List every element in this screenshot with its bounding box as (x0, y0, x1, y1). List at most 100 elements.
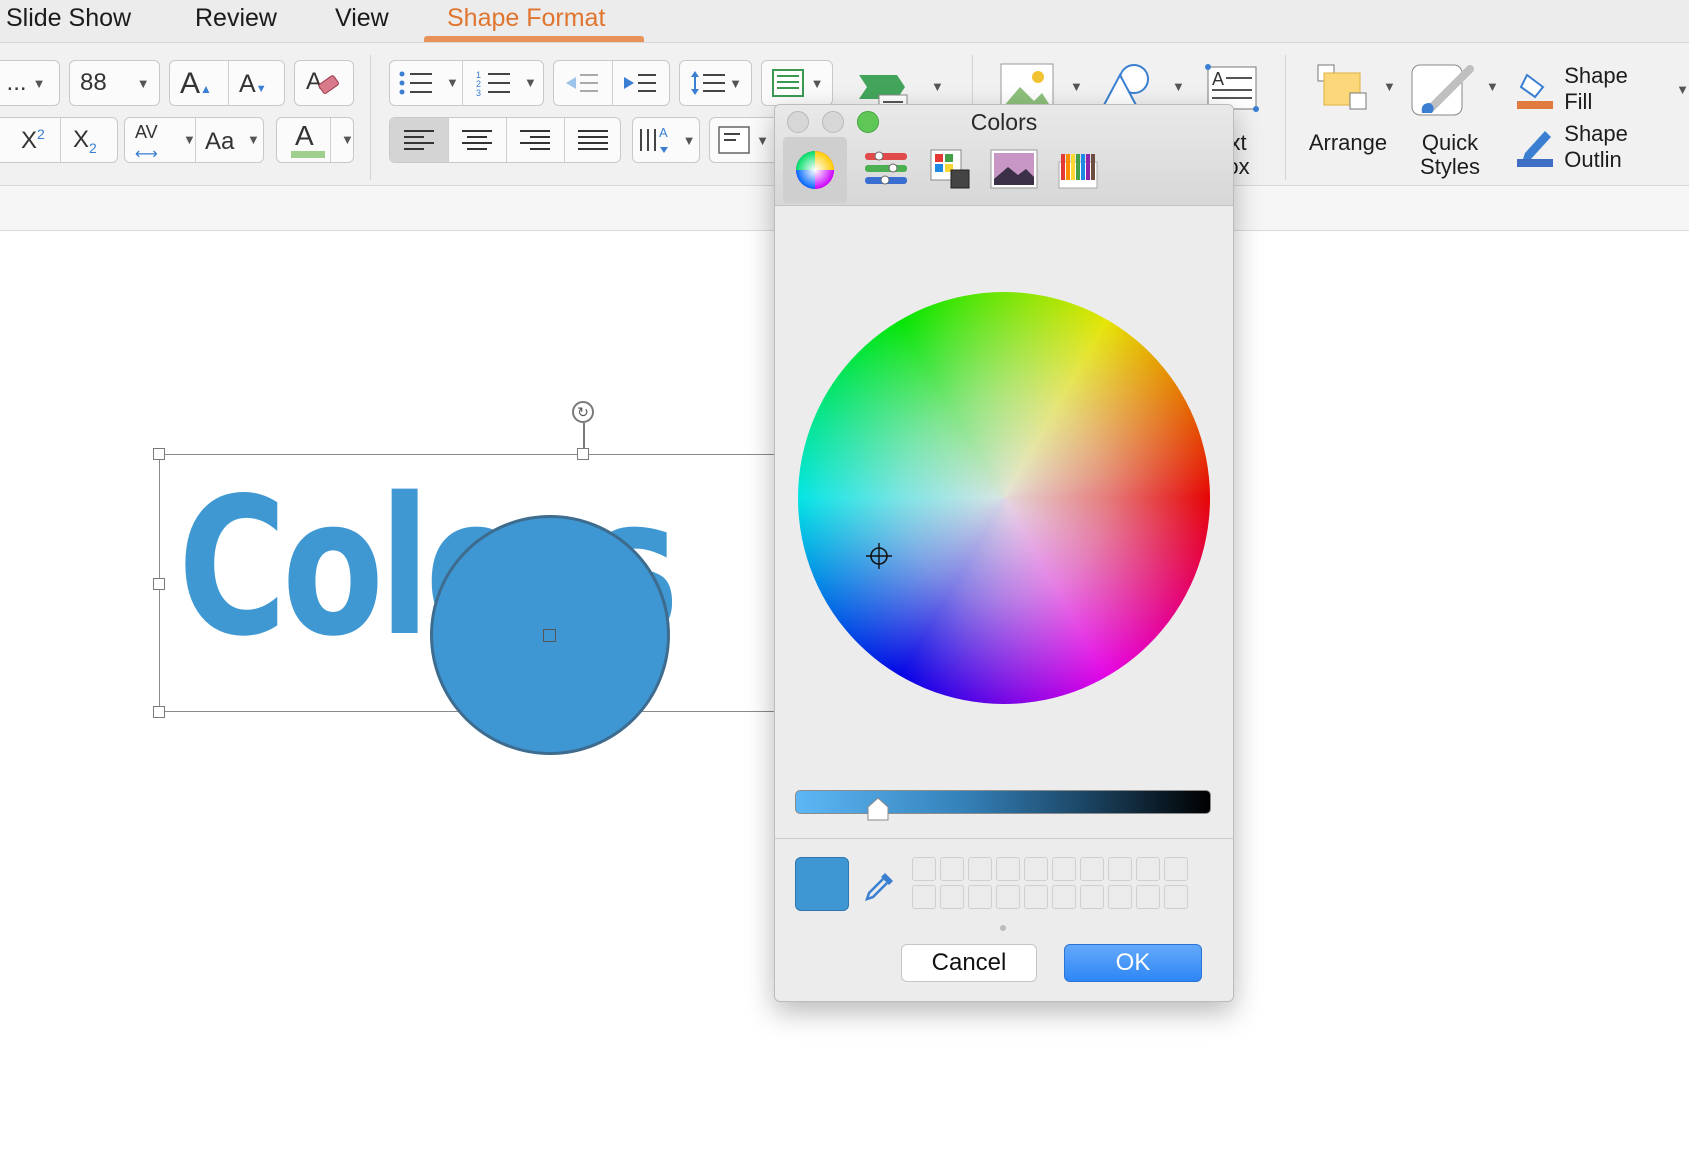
svg-text:A: A (659, 125, 668, 140)
resize-handle-top[interactable] (577, 448, 589, 460)
cancel-button[interactable]: Cancel (901, 944, 1037, 982)
ok-button[interactable]: OK (1064, 944, 1202, 982)
paint-bucket-icon (1517, 73, 1553, 109)
align-center-icon[interactable] (462, 130, 492, 150)
swatch-well[interactable] (1164, 885, 1188, 909)
swatch-well[interactable] (996, 857, 1020, 881)
columns-button[interactable]: ▼ (761, 60, 833, 106)
colors-panel: Colors Cancel OK (774, 104, 1234, 1002)
chevron-down-icon: ▼ (756, 132, 769, 148)
chevron-down-icon: ▼ (729, 75, 742, 91)
list-group: ▼ 123 ▼ (389, 60, 544, 106)
text-direction-button[interactable]: A ▼ (632, 117, 700, 163)
arrange-button[interactable]: Arrange (1300, 131, 1396, 155)
arrows-icon: ⟷ (135, 146, 158, 163)
chevron-down-icon: ▼ (32, 75, 46, 91)
current-color-swatch[interactable] (795, 857, 849, 911)
shape-outline-button[interactable]: Shape Outlin (1517, 121, 1689, 173)
mode-color-wheel[interactable] (783, 137, 847, 203)
swatch-well[interactable] (1052, 857, 1076, 881)
chevron-down-icon: ▼ (247, 132, 260, 147)
mode-color-sliders[interactable] (860, 139, 912, 199)
brightness-slider-knob[interactable] (867, 797, 889, 821)
superscript-button[interactable]: X2 (21, 126, 45, 155)
font-grow-shrink-group: A▲ A▼ (169, 60, 285, 106)
swatch-well[interactable] (1080, 857, 1104, 881)
swatch-well[interactable] (1080, 885, 1104, 909)
tab-slide-show[interactable]: Slide Show (6, 4, 131, 33)
font-name-dropdown[interactable]: ... ▼ (0, 60, 60, 106)
text-direction-icon: A (639, 125, 668, 153)
tab-view[interactable]: View (335, 4, 389, 33)
color-wheel-brightness-overlay (798, 292, 1210, 704)
subscript-button[interactable]: X2 (73, 126, 97, 156)
swatch-well[interactable] (1024, 857, 1048, 881)
ribbon-separator (370, 55, 371, 180)
align-left-icon (404, 130, 434, 150)
font-size-dropdown[interactable]: 88 ▼ (69, 60, 160, 106)
script-group: X2 X2 (0, 117, 118, 163)
colors-panel-title: Colors (970, 109, 1038, 135)
swatch-well[interactable] (1052, 885, 1076, 909)
panel-divider (775, 838, 1233, 839)
resize-handle-bottom-left[interactable] (153, 706, 165, 718)
swatch-well[interactable] (1108, 885, 1132, 909)
tab-shape-format[interactable]: Shape Format (447, 4, 605, 33)
swatch-well[interactable] (996, 885, 1020, 909)
swatch-well[interactable] (1108, 857, 1132, 881)
clear-formatting-button[interactable]: A (294, 60, 354, 106)
swatch-well[interactable] (1136, 857, 1160, 881)
swatch-well[interactable] (912, 885, 936, 909)
resize-handle-left[interactable] (153, 578, 165, 590)
color-crosshair-icon[interactable] (866, 543, 892, 569)
chevron-down-icon: ▼ (1676, 81, 1689, 97)
numbering-icon[interactable]: 123 (476, 69, 512, 97)
chevron-down-icon: ▼ (446, 75, 459, 90)
chevron-down-icon: ▼ (183, 132, 196, 147)
swatch-well[interactable] (968, 857, 992, 881)
mode-pencils[interactable] (1052, 139, 1104, 199)
align-text-button[interactable]: ▼ (709, 117, 777, 163)
chevron-down-icon: ▼ (682, 132, 696, 148)
swatch-well[interactable] (1164, 857, 1188, 881)
align-left-button[interactable] (390, 118, 448, 162)
quick-styles-button[interactable]: Quick Styles (1400, 131, 1500, 179)
chevron-down-icon: ▼ (136, 75, 150, 91)
columns-icon (771, 69, 804, 97)
justify-icon[interactable] (578, 130, 608, 150)
line-spacing-button[interactable]: ▼ (679, 60, 752, 106)
svg-text:A: A (1212, 69, 1224, 89)
change-case-button[interactable]: Aa (205, 128, 234, 156)
custom-color-swatches (912, 857, 1188, 909)
mode-image-palettes[interactable] (988, 139, 1040, 199)
swatch-well[interactable] (940, 857, 964, 881)
brightness-slider[interactable] (795, 790, 1211, 814)
grow-font-button[interactable]: A▲ (180, 67, 212, 101)
pen-icon (1517, 131, 1553, 167)
tab-review[interactable]: Review (195, 4, 277, 33)
resize-dot[interactable] (1000, 925, 1006, 931)
swatch-well[interactable] (968, 885, 992, 909)
ribbon-tab-bar: Slide Show Review View Shape Format (0, 0, 1689, 43)
resize-handle-top-left[interactable] (153, 448, 165, 460)
font-color-button[interactable]: A ▼ (276, 117, 354, 163)
eyedropper-icon[interactable] (863, 869, 895, 903)
swatch-well[interactable] (1024, 885, 1048, 909)
font-color-swatch (291, 151, 325, 158)
mode-color-palettes[interactable] (924, 139, 976, 199)
shape-fill-button[interactable]: Shape Fill ▼ (1517, 63, 1689, 115)
palettes-icon (930, 149, 970, 189)
color-wheel-icon (796, 151, 834, 189)
swatch-well[interactable] (940, 885, 964, 909)
shape-outline-label: Shape Outlin (1564, 121, 1628, 172)
increase-indent-icon[interactable] (622, 70, 658, 96)
swatch-well[interactable] (1136, 885, 1160, 909)
rotate-handle-icon[interactable]: ↻ (572, 401, 594, 423)
decrease-indent-icon[interactable] (564, 70, 600, 96)
shrink-font-button[interactable]: A▼ (239, 70, 267, 99)
swatch-well[interactable] (912, 857, 936, 881)
bullets-icon[interactable] (398, 69, 434, 97)
clear-formatting-icon: A (306, 68, 339, 95)
character-spacing-button[interactable]: AV ⟷ (135, 122, 158, 164)
align-right-icon[interactable] (520, 130, 550, 150)
